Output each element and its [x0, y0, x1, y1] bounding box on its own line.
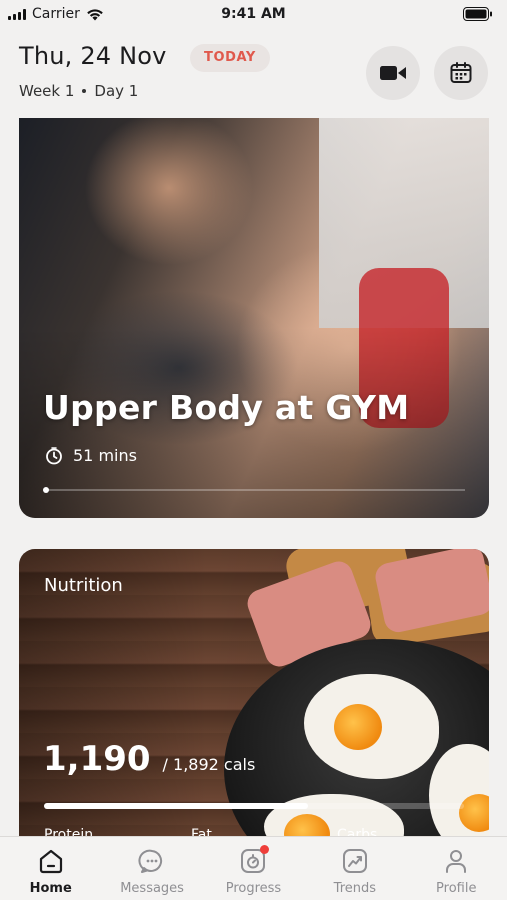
tab-label: Messages: [120, 881, 184, 896]
trends-icon: [342, 849, 367, 873]
signal-icon: [8, 8, 26, 20]
calories-summary: 1,190 / 1,892 cals: [43, 739, 255, 779]
profile-icon: [446, 850, 467, 873]
calendar-button[interactable]: [434, 46, 488, 100]
calories-target: / 1,892 cals: [162, 755, 256, 774]
calories-progress-fill: [44, 803, 309, 809]
status-right: [333, 7, 493, 21]
page-title: Thu, 24 Nov: [19, 42, 167, 70]
home-icon: [39, 849, 62, 874]
duration-label: 51 mins: [73, 446, 137, 465]
workout-progress-indicator: [43, 487, 49, 493]
tab-profile[interactable]: Profile: [411, 847, 501, 896]
tab-bar: Home Messages Progress Trends Profile: [0, 836, 507, 900]
calendar-icon: [450, 62, 472, 83]
week-label: Week 1: [19, 82, 75, 100]
tab-trends[interactable]: Trends: [310, 847, 400, 896]
tab-label: Profile: [436, 881, 477, 896]
status-left: Carrier: [8, 6, 168, 22]
clock-icon: [46, 446, 62, 464]
video-button[interactable]: [366, 46, 420, 100]
carrier-label: Carrier: [32, 6, 80, 22]
video-icon: [380, 66, 406, 80]
workout-progress-track: [45, 489, 465, 491]
nutrition-card[interactable]: Nutrition 1,190 / 1,892 cals Protein Fat…: [19, 549, 489, 849]
workout-duration: 51 mins: [45, 446, 137, 465]
tab-messages[interactable]: Messages: [107, 847, 197, 896]
today-badge[interactable]: TODAY: [190, 44, 270, 72]
food-egg-yolk: [334, 704, 382, 750]
header: Thu, 24 Nov TODAY Week 1 Day 1: [0, 28, 507, 120]
wifi-icon: [87, 8, 103, 20]
status-bar: Carrier 9:41 AM: [0, 0, 507, 28]
battery-icon: [463, 7, 492, 21]
messages-icon: [138, 849, 163, 873]
week-day-info: Week 1 Day 1: [19, 82, 138, 100]
tab-progress[interactable]: Progress: [208, 845, 298, 896]
calories-progress-track: [44, 803, 464, 809]
workout-card[interactable]: Upper Body at GYM 51 mins: [19, 118, 489, 518]
tab-label: Progress: [225, 881, 282, 896]
nutrition-label: Nutrition: [44, 575, 123, 596]
tab-label: Home: [29, 881, 72, 896]
separator-dot: [82, 89, 87, 93]
tab-home[interactable]: Home: [6, 847, 96, 896]
workout-title: Upper Body at GYM: [43, 388, 410, 427]
tab-label: Trends: [333, 881, 377, 896]
day-label: Day 1: [94, 82, 139, 100]
progress-icon-wrap: [239, 845, 270, 875]
notification-badge: [260, 845, 270, 854]
calories-consumed: 1,190: [43, 739, 151, 779]
